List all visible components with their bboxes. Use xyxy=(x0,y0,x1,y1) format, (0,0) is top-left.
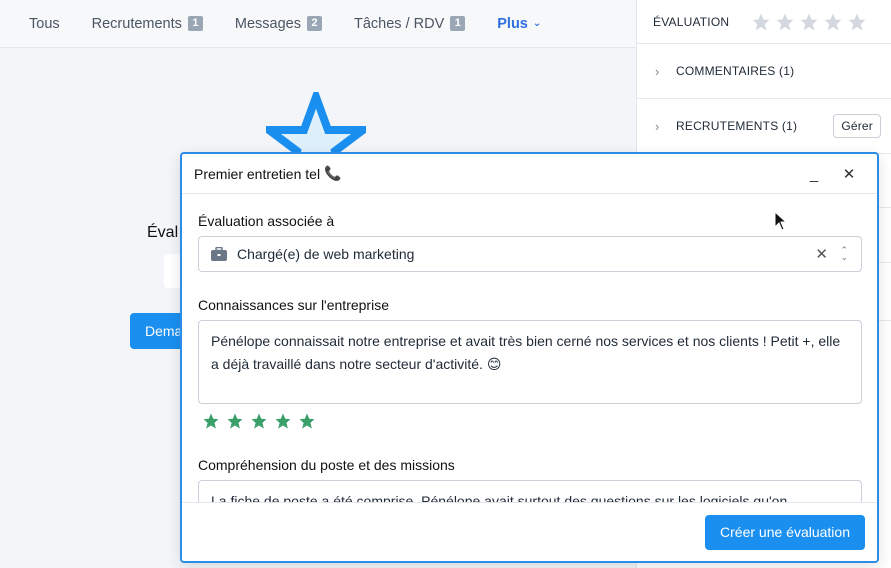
chevron-right-icon: › xyxy=(655,118,660,134)
create-evaluation-button[interactable]: Créer une évaluation xyxy=(705,515,865,550)
star-icon[interactable] xyxy=(823,12,843,32)
updown-icon[interactable]: ⌃ ⌄ xyxy=(840,246,848,262)
evaluation-title: ÉVALUATION xyxy=(653,14,730,29)
tab-label: Plus xyxy=(497,15,528,32)
recruitments-label: RECRUTEMENTS (1) xyxy=(676,119,798,133)
modal-header: Premier entretien tel 📞 _ ✕ xyxy=(182,154,877,194)
phone-icon: 📞 xyxy=(324,165,342,181)
evaluation-stars[interactable] xyxy=(751,12,867,32)
modal-title: Premier entretien tel xyxy=(194,165,321,182)
star-icon[interactable] xyxy=(298,412,316,430)
minimize-button[interactable]: _ xyxy=(803,164,825,186)
star-icon[interactable] xyxy=(799,12,819,32)
star-icon[interactable] xyxy=(226,412,244,430)
assoc-select[interactable]: Chargé(e) de web marketing ✕ ⌃ ⌄ xyxy=(198,236,862,272)
star-icon[interactable] xyxy=(202,412,220,430)
section2-textarea[interactable]: La fiche de poste a été comprise. Pénélo… xyxy=(198,480,862,502)
tab-count-badge: 1 xyxy=(450,16,466,31)
star-icon[interactable] xyxy=(775,12,795,32)
mouse-cursor-icon xyxy=(774,211,788,231)
modal-footer: Créer une évaluation xyxy=(182,502,877,561)
tab-label: Recrutements xyxy=(91,15,182,32)
tab-label: Messages xyxy=(234,15,301,32)
tab-label: Tous xyxy=(29,15,60,32)
star-icon[interactable] xyxy=(751,12,771,32)
chevron-right-icon: › xyxy=(655,63,660,79)
section2-label: Compréhension du poste et des missions xyxy=(198,457,455,473)
assoc-label: Évaluation associée à xyxy=(198,213,335,229)
tab-recrutements[interactable]: Recrutements 1 xyxy=(92,16,203,32)
background-eval-label: Éval xyxy=(147,224,179,241)
star-icon[interactable] xyxy=(250,412,268,430)
star-icon[interactable] xyxy=(274,412,292,430)
tab-count-badge: 2 xyxy=(307,16,322,31)
tab-count-badge: 1 xyxy=(187,16,203,31)
tab-messages[interactable]: Messages 2 xyxy=(235,16,322,32)
modal-body[interactable]: Évaluation associée à Chargé(e) de web m… xyxy=(182,195,877,502)
briefcase-icon xyxy=(211,247,227,261)
assoc-value: Chargé(e) de web marketing xyxy=(237,246,415,262)
evaluation-row: ÉVALUATION xyxy=(637,0,891,44)
comments-section[interactable]: › COMMENTAIRES (1) xyxy=(637,44,891,99)
recruitments-section[interactable]: › RECRUTEMENTS (1) Gérer xyxy=(637,99,891,154)
tab-more[interactable]: Plus ⌄ xyxy=(497,16,541,32)
tab-tous[interactable]: Tous xyxy=(29,16,60,32)
tab-taches-rdv[interactable]: Tâches / RDV 1 xyxy=(354,15,466,32)
chevron-down-icon: ⌄ xyxy=(532,18,542,29)
section1-label: Connaissances sur l'entreprise xyxy=(198,297,389,313)
clear-icon[interactable]: ✕ xyxy=(815,245,828,263)
top-tabs: Tous Recrutements 1 Messages 2 Tâches / RD… xyxy=(0,0,636,48)
section1-textarea[interactable]: Pénélope connaissait notre entreprise et… xyxy=(198,320,862,404)
star-icon[interactable] xyxy=(847,12,867,32)
manage-button[interactable]: Gérer xyxy=(833,114,881,138)
tab-label: Tâches / RDV xyxy=(354,15,445,32)
comments-label: COMMENTAIRES (1) xyxy=(676,64,795,78)
section1-rating[interactable] xyxy=(202,412,316,430)
close-button[interactable]: ✕ xyxy=(838,164,860,186)
